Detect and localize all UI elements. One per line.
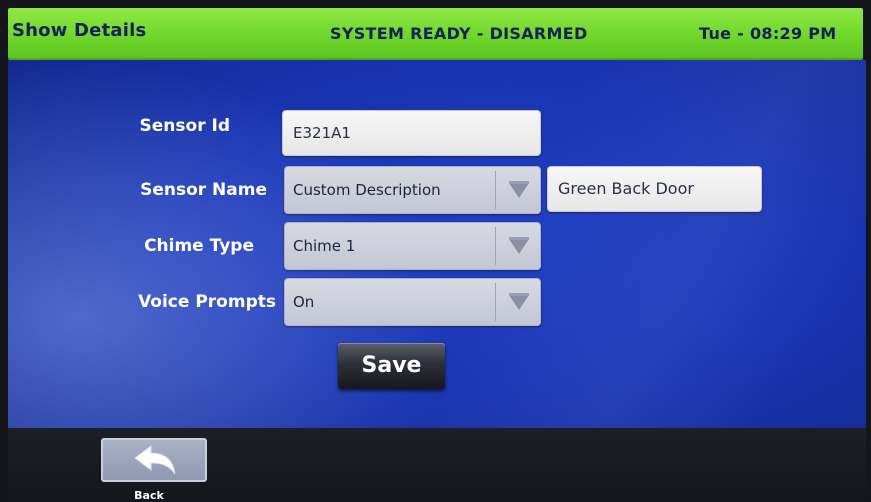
- sensor-name-label: Sensor Name: [140, 180, 267, 200]
- bottom-nav: Back: [8, 428, 866, 502]
- sensor-name-dropdown[interactable]: Custom Description: [284, 166, 541, 214]
- sensor-name-custom-field[interactable]: Green Back Door: [547, 166, 762, 212]
- page-title: Show Details: [12, 20, 147, 41]
- voice-prompts-label: Voice Prompts: [138, 292, 276, 312]
- voice-prompts-selected: On: [293, 293, 315, 311]
- clock: Tue - 08:29 PM: [699, 24, 837, 43]
- sensor-id-label: Sensor Id: [139, 116, 230, 136]
- save-button[interactable]: Save: [338, 343, 445, 389]
- chime-type-dropdown[interactable]: Chime 1: [284, 222, 541, 270]
- sensor-name-selected: Custom Description: [293, 181, 441, 199]
- chime-type-label: Chime Type: [144, 236, 254, 256]
- voice-prompts-dropdown[interactable]: On: [284, 278, 541, 326]
- back-button[interactable]: [101, 438, 207, 482]
- panel-screen: Show Details SYSTEM READY - DISARMED Tue…: [0, 0, 871, 502]
- back-arrow-icon: [134, 445, 176, 475]
- sensor-id-field[interactable]: E321A1: [282, 110, 541, 156]
- status-bar: Show Details SYSTEM READY - DISARMED Tue…: [8, 8, 863, 60]
- chevron-down-icon: [509, 293, 529, 310]
- chevron-down-icon: [509, 237, 529, 254]
- chime-type-selected: Chime 1: [293, 237, 356, 255]
- chevron-down-icon: [509, 181, 529, 198]
- back-label: Back: [134, 489, 164, 502]
- system-status: SYSTEM READY - DISARMED: [330, 24, 588, 43]
